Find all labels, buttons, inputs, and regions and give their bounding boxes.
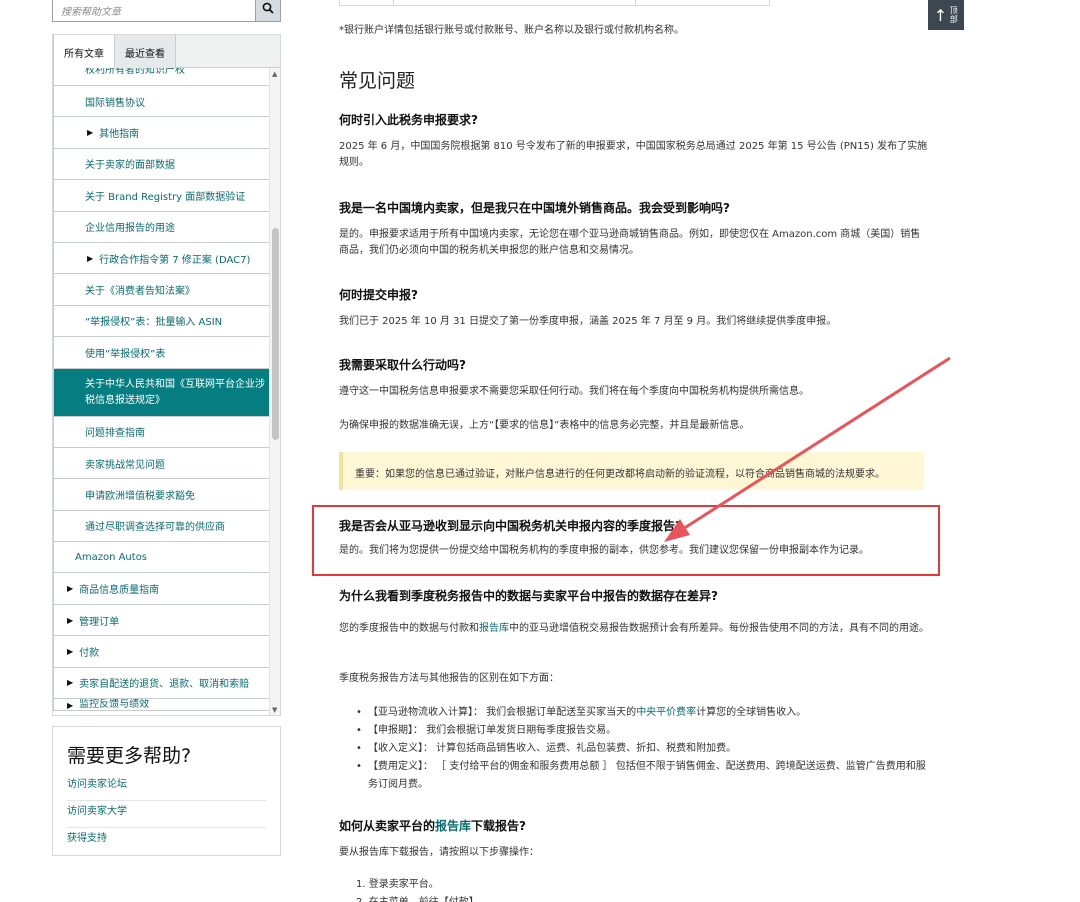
nav-item-dac7[interactable]: ▶ 行政合作指令第 7 修正案 (DAC7) <box>53 242 269 275</box>
nav-item-amazon-autos[interactable]: Amazon Autos <box>53 542 269 574</box>
nav-item-report-infringement-asin[interactable]: “举报侵权”表：批量输入 ASIN <box>53 305 269 338</box>
nav-item-international-sales[interactable]: 国际销售协议 <box>53 86 269 118</box>
expand-triangle-icon: ▶ <box>87 253 94 263</box>
search-bar: 搜索帮助文章 <box>52 0 281 22</box>
steps-list: 1. 登录卖家平台。 2. 在主菜单，前往【付款】 <box>356 876 479 902</box>
central-rate-link[interactable]: 中央平价费率 <box>636 707 696 718</box>
nav-item-consumer-inform-act[interactable]: 关于《消费者告知法案》 <box>53 274 269 306</box>
tab-recently-viewed[interactable]: 最近查看 <box>115 35 176 68</box>
expand-triangle-icon: ▶ <box>87 128 94 138</box>
nav-item-prc-tax-reporting[interactable]: 关于中华人民共和国《互联网平台企业涉税信息报送规定》 <box>53 368 269 417</box>
faq-a6: 您的季度报告中的数据与付款和报告库中的亚马逊增值税交易报告数据预计会有所差异。每… <box>339 623 929 634</box>
list-item: 【收入定义】： 计算包括商品销售收入、运费、礼品包装费、折扣、税费和附加费。 <box>356 740 931 758</box>
bank-footnote: *银行账户详情包括银行账号或付款账号、账户名称以及银行或付款机构名称。 <box>339 25 684 36</box>
scroll-down-arrow-icon[interactable]: ▼ <box>272 706 277 714</box>
differences-list: 【亚马逊物流收入计算】： 我们会根据订单配送至买家当天的中央平价费率计算您的全球… <box>356 704 931 794</box>
info-table-remnant <box>339 0 770 6</box>
tab-all-articles[interactable]: 所有文章 <box>53 35 115 68</box>
nav-item-report-infringement-form[interactable]: 使用“举报侵权”表 <box>53 337 269 369</box>
step-item: 1. 登录卖家平台。 <box>356 879 439 890</box>
nav-tabs: 所有文章 最近查看 <box>53 35 280 68</box>
nav-item-seller-challenge-faq[interactable]: 卖家挑战常见问题 <box>53 447 269 480</box>
article-nav-panel: 所有文章 最近查看 权利所有者的知识产权 国际销售协议 ▶ 其他指南 关于卖家的面… <box>52 34 281 716</box>
faq-q4: 我需要采取什么行动吗? <box>339 358 466 372</box>
search-icon <box>262 2 274 14</box>
expand-triangle-icon: ▶ <box>67 615 74 625</box>
nav-item-ip-owner[interactable]: 权利所有者的知识产权 <box>53 68 269 86</box>
nav-item-seller-face-data[interactable]: 关于卖家的面部数据 <box>53 148 269 181</box>
nav-item-credit-report[interactable]: 企业信用报告的用途 <box>53 211 269 243</box>
report-library-heading-link[interactable]: 报告库 <box>435 819 471 833</box>
back-to-top-label: 顶部 <box>949 6 958 24</box>
faq-q2: 我是一名中国境内卖家，但是我只在中国境外销售商品。我会受到影响吗? <box>339 201 730 215</box>
nav-item-eu-vat-exemption[interactable]: 申请欧洲增值税要求豁免 <box>53 479 269 511</box>
scroll-thumb[interactable] <box>272 228 279 440</box>
step-item: 2. 在主菜单，前往【付款】 <box>356 894 479 902</box>
nav-scrollbar[interactable]: ▲ ▼ <box>269 68 280 715</box>
nav-list: 权利所有者的知识产权 国际销售协议 ▶ 其他指南 关于卖家的面部数据 关于 Bra… <box>53 68 269 712</box>
faq-q3: 何时提交申报? <box>339 288 418 302</box>
expand-triangle-icon: ▶ <box>67 584 74 594</box>
important-note: 重要：如果您的信息已通过验证，对账户信息进行的任何更改都将启动新的验证流程，以符… <box>339 452 924 490</box>
faq-heading: 常见问题 <box>339 70 416 92</box>
nav-item-payments[interactable]: ▶ 付款 <box>53 636 269 668</box>
annotation-highlight-box <box>312 505 940 576</box>
faq-a1: 2025 年 6 月，中国国务院根据第 810 号令发布了新的申报要求，中国国家… <box>339 141 928 168</box>
expand-triangle-icon: ▶ <box>67 646 74 656</box>
faq-a3: 我们已于 2025 年 10 月 31 日提交了第一份季度申报，涵盖 2025 … <box>339 316 837 327</box>
nav-item-due-diligence[interactable]: 通过尽职调查选择可靠的供应商 <box>53 510 269 543</box>
faq-a4-para2: 为确保申报的数据准确无误，上方“【要求的信息】”表格中的信息务必完整，并且是最新… <box>339 420 750 431</box>
search-button[interactable] <box>255 0 281 22</box>
faq-a2: 是的。申报要求适用于所有中国境内卖家，无论您在哪个亚马逊商城销售商品。例如，即使… <box>339 229 921 256</box>
arrow-up-icon: ↑ <box>933 5 948 25</box>
nav-item-brand-registry-face[interactable]: 关于 Brand Registry 面部数据验证 <box>53 180 269 212</box>
nav-item-mfn-returns[interactable]: ▶ 卖家自配送的退货、退款、取消和索赔 <box>53 667 269 700</box>
back-to-top-button[interactable]: ↑ 顶部 <box>928 0 964 30</box>
expand-triangle-icon: ▶ <box>67 678 74 688</box>
list-item: 【费用定义】： ［ 支付给平台的佣金和服务费用总额 ］ 包括但不限于销售佣金、配… <box>356 758 931 794</box>
report-library-link[interactable]: 报告库 <box>479 623 509 634</box>
need-help-box: 需要更多帮助? 访问卖家论坛 访问卖家大学 获得支持 <box>52 726 281 856</box>
list-item: 【申报期】： 我们会根据订单发货日期每季度报告交易。 <box>356 722 931 740</box>
link-seller-forums[interactable]: 访问卖家论坛 <box>67 774 266 801</box>
faq-q6: 为什么我看到季度税务报告中的数据与卖家平台中报告的数据存在差异? <box>339 589 718 603</box>
nav-item-manage-orders[interactable]: ▶ 管理订单 <box>53 604 269 637</box>
expand-triangle-icon: ▶ <box>67 701 74 711</box>
faq-a6-para2: 季度税务报告方法与其他报告的区别在如下方面： <box>339 673 559 684</box>
scroll-up-arrow-icon[interactable]: ▲ <box>272 70 277 78</box>
faq-q7: 如何从卖家平台的报告库下载报告? <box>339 819 526 833</box>
link-get-support[interactable]: 获得支持 <box>67 828 266 855</box>
list-item: 【亚马逊物流收入计算】： 我们会根据订单配送至买家当天的中央平价费率计算您的全球… <box>356 704 931 722</box>
need-help-title: 需要更多帮助? <box>67 745 192 767</box>
faq-a4-para1: 遵守这一中国税务信息申报要求不需要您采取任何行动。我们将在每个季度向中国税务机构… <box>339 386 809 397</box>
faq-a7: 要从报告库下载报告，请按照以下步骤操作： <box>339 847 539 858</box>
nav-item-listing-quality[interactable]: ▶ 商品信息质量指南 <box>53 573 269 605</box>
nav-item-feedback-performance[interactable]: ▶ 监控反馈与绩效 <box>53 699 269 712</box>
link-seller-university[interactable]: 访问卖家大学 <box>67 801 266 828</box>
nav-item-troubleshooting[interactable]: 问题排查指南 <box>53 416 269 448</box>
nav-item-other-guides[interactable]: ▶ 其他指南 <box>53 117 269 149</box>
search-input[interactable]: 搜索帮助文章 <box>52 0 255 22</box>
faq-q1: 何时引入此税务申报要求? <box>339 113 478 127</box>
